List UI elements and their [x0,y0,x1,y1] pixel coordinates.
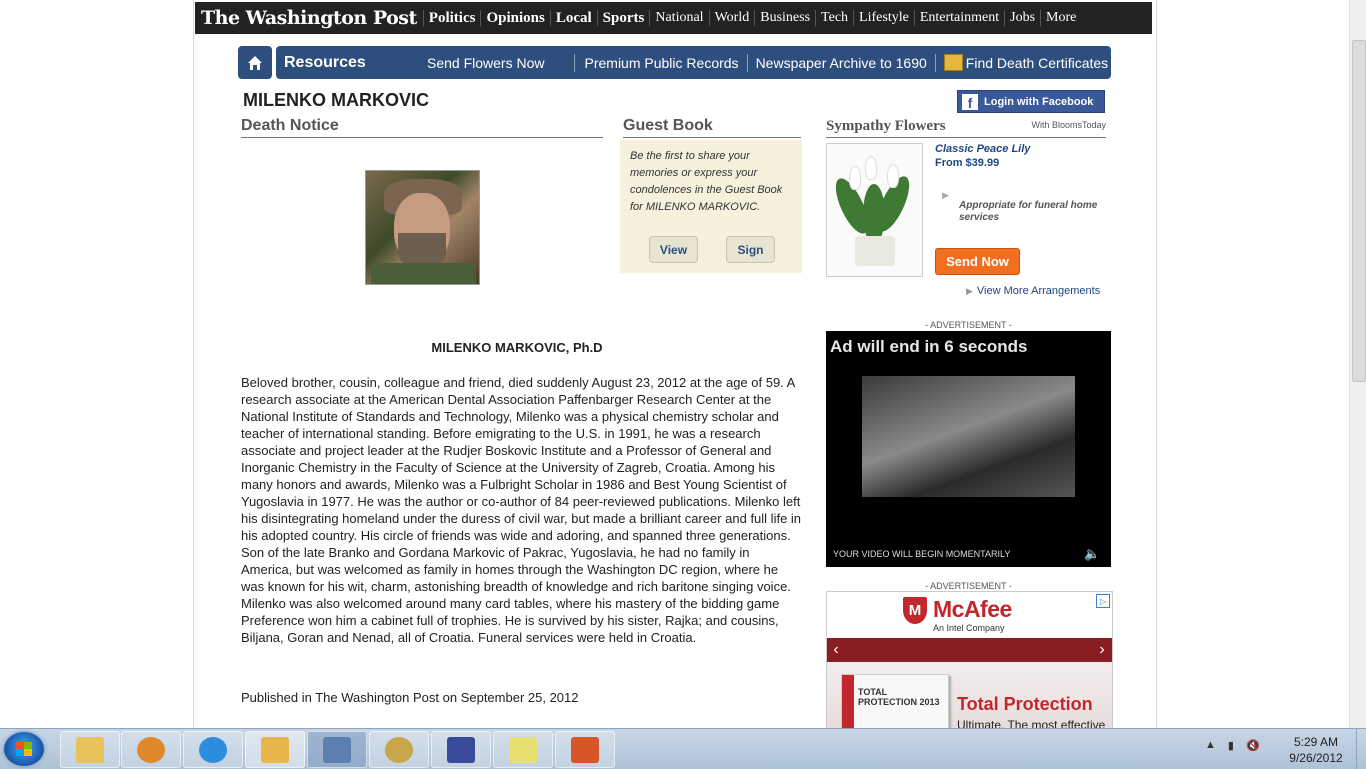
nav-tech[interactable]: Tech [815,10,853,26]
divider [573,53,575,72]
speaker-icon[interactable]: 🔈 [1084,546,1100,562]
volume-icon[interactable]: 🔇 [1246,739,1260,752]
media-player-taskbar-button[interactable] [121,731,181,768]
nav-opinions[interactable]: Opinions [480,10,549,26]
nav-entertainment[interactable]: Entertainment [913,10,1004,26]
death-certificates-link[interactable]: Find Death Certificates [966,55,1108,71]
nav-national[interactable]: National [649,10,708,26]
bullet-arrow-icon: ▶ [942,190,949,200]
app-taskbar-button[interactable] [555,731,615,768]
nav-world[interactable]: World [708,10,755,26]
send-now-button[interactable]: Send Now [935,248,1020,275]
product-box-image: TOTAL PROTECTION 2013 [841,674,949,729]
portrait-photo [365,170,480,285]
explorer-taskbar-button[interactable] [60,731,120,768]
facebook-icon: f [962,93,978,110]
resources-bar: Resources Send Flowers Now Premium Publi… [276,46,1111,79]
adchoices-icon[interactable]: ▷ [1096,594,1110,608]
total-protection-heading: Total Protection [957,694,1093,714]
site-logo[interactable]: The Washington Post [195,7,423,29]
box-label: TOTAL PROTECTION 2013 [858,687,940,707]
system-tray: ▲ ▮ 🔇 [1205,739,1260,752]
clock-date: 9/26/2012 [1289,751,1343,765]
triangle-right-icon: ▶ [966,286,973,296]
peace-lily-image[interactable] [826,143,923,277]
app-icon [447,736,475,763]
page-title: MILENKO MARKOVIC [243,90,429,110]
certificate-icon [943,54,963,71]
taskbar: ▲ ▮ 🔇 5:29 AM 9/26/2012 [0,728,1366,769]
guest-book-heading: Guest Book [623,117,801,138]
view-guestbook-button[interactable]: View [649,236,698,263]
carousel-next-icon[interactable]: › [1095,640,1109,660]
view-more-arrangements-link[interactable]: ▶ View More Arrangements [966,285,1100,297]
resources-title: Resources [284,53,366,71]
nav-jobs[interactable]: Jobs [1004,10,1040,26]
video-footer-text: YOUR VIDEO WILL BEGIN MOMENTARILY [833,549,1011,559]
media-player-icon [137,736,165,763]
sympathy-flowers-title: Sympathy Flowers [826,118,946,134]
product-price: From $39.99 [935,157,1000,169]
show-desktop-button[interactable] [1356,729,1366,769]
nav-more[interactable]: More [1040,10,1081,26]
death-notice-heading: Death Notice [241,117,603,138]
facebook-login-button[interactable]: f Login with Facebook [957,90,1105,113]
obituary-title: MILENKO MARKOVIC, Ph.D [431,340,603,355]
clock[interactable]: 5:29 AM 9/26/2012 [1286,734,1346,766]
top-nav: The Washington Post Politics Opinions Lo… [195,2,1152,34]
remote-desktop-icon [323,736,351,763]
nav-local[interactable]: Local [549,10,597,26]
video-frame[interactable] [862,376,1075,497]
send-flowers-link[interactable]: Send Flowers Now [427,55,545,71]
divider [934,53,936,72]
carousel-prev-icon[interactable]: ‹ [829,640,843,660]
view-more-label: View More Arrangements [976,285,1101,297]
obituary-body: Beloved brother, cousin, colleague and f… [241,375,802,645]
nav-lifestyle[interactable]: Lifestyle [853,10,914,26]
mcafee-shield-icon: M [903,597,927,624]
published-line: Published in The Washington Post on Sept… [241,690,579,705]
carousel-band [827,638,1112,662]
sign-guestbook-button[interactable]: Sign [726,236,775,263]
ie-taskbar-button[interactable] [183,731,243,768]
network-icon[interactable]: ▮ [1228,739,1234,752]
mcafee-subtitle: An Intel Company [933,623,1005,633]
show-hidden-icons[interactable]: ▲ [1205,739,1216,752]
internet-explorer-icon [199,736,227,763]
advertisement-label: - ADVERTISEMENT - [925,581,1012,591]
divider [746,53,748,72]
clock-time: 5:29 AM [1293,735,1339,749]
public-records-link[interactable]: Premium Public Records [585,55,739,71]
scrollbar-thumb[interactable] [1352,40,1366,382]
nav-sports[interactable]: Sports [596,10,650,26]
remote-desktop-taskbar-button[interactable] [307,731,367,768]
facebook-login-label: Login with Facebook [984,95,1094,108]
advertisement-label: - ADVERTISEMENT - [925,320,1012,330]
outlook-icon [261,736,289,763]
mcafee-brand: McAfee [933,596,1012,622]
sticky-notes-icon [509,736,537,763]
app-taskbar-button[interactable] [431,731,491,768]
ad-countdown: Ad will end in 6 seconds [830,337,1028,356]
app-taskbar-button[interactable] [369,731,429,768]
vertical-scrollbar[interactable] [1349,0,1366,728]
product-name-link[interactable]: Classic Peace Lily [935,143,1030,155]
mcafee-ad[interactable]: M McAfee An Intel Company ▷ ‹ › TOTAL PR… [826,591,1113,730]
home-icon [248,55,262,70]
r-app-icon [571,736,599,763]
outlook-taskbar-button[interactable] [245,731,305,768]
sticky-notes-taskbar-button[interactable] [493,731,553,768]
sympathy-flowers-heading: Sympathy Flowers With BloomsToday [826,118,1106,138]
video-ad[interactable]: Ad will end in 6 seconds YOUR VIDEO WILL… [826,331,1111,567]
product-description: Appropriate for funeral home services [959,200,1098,223]
satellite-icon [385,736,413,763]
newspaper-archive-link[interactable]: Newspaper Archive to 1690 [756,55,927,71]
nav-politics[interactable]: Politics [422,10,481,26]
nav-business[interactable]: Business [754,10,815,26]
blooms-today-credit: With BloomsToday [1031,120,1106,130]
folder-icon [76,736,104,763]
home-button[interactable] [238,46,272,79]
start-button[interactable] [4,732,44,766]
guest-book-text: Be the first to share your memories or e… [630,150,783,213]
